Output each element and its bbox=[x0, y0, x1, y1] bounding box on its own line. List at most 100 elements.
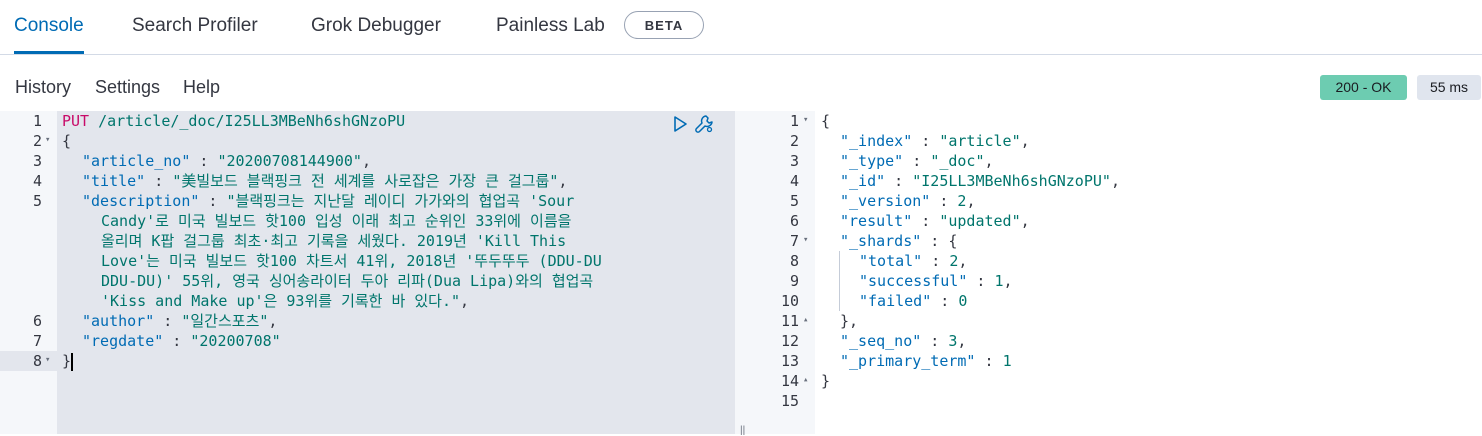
code-line: "description" : "블랙핑크는 지난달 레이디 가가와의 협업곡 … bbox=[82, 191, 574, 211]
json-value: "20200708" bbox=[190, 332, 281, 350]
json-value: 1 bbox=[1002, 352, 1012, 370]
code-line: }, bbox=[840, 311, 858, 331]
json-value: "20200708144900" bbox=[217, 152, 362, 170]
punctuation: { bbox=[62, 132, 72, 150]
json-key: "_type" bbox=[840, 152, 904, 170]
fold-toggle-icon[interactable]: ▴ bbox=[803, 375, 808, 385]
json-key: "total" bbox=[859, 252, 923, 270]
line-number: 2 bbox=[789, 132, 799, 150]
separator: : bbox=[931, 292, 959, 310]
json-value: "블랙핑크는 지난달 레이디 가가와의 협업곡 'Sour bbox=[226, 192, 575, 210]
json-value: DDU-DU)' 55위, 영국 싱어송라이터 두아 리파(Dua Lipa)와… bbox=[101, 272, 594, 290]
line-number: 13 bbox=[780, 352, 799, 370]
fold-toggle-icon[interactable]: ▾ bbox=[45, 135, 50, 145]
punctuation: , bbox=[1020, 132, 1030, 150]
separator: : bbox=[921, 232, 949, 250]
editor-splitter[interactable] bbox=[735, 111, 753, 434]
json-value: 1 bbox=[994, 272, 1004, 290]
separator: : bbox=[921, 332, 949, 350]
tab-bar: Console Search Profiler Grok Debugger Pa… bbox=[0, 0, 1482, 55]
json-key: "_seq_no" bbox=[840, 332, 922, 350]
code-line: { bbox=[821, 111, 830, 131]
menu-help[interactable]: Help bbox=[183, 77, 220, 98]
resize-grip-icon[interactable]: || bbox=[740, 425, 745, 436]
punctuation: { bbox=[821, 112, 831, 130]
line-number: 4 bbox=[789, 172, 799, 190]
json-value: "_doc" bbox=[930, 152, 985, 170]
line-number: 6 bbox=[32, 312, 42, 330]
line-number bbox=[0, 211, 42, 231]
separator: : bbox=[912, 132, 940, 150]
code-line: PUT /article/_doc/I25LL3MBeNh6shGNzoPU bbox=[62, 111, 405, 131]
code-line: } bbox=[821, 371, 830, 391]
request-editor[interactable]: 1 2 3 4 5 6 7 8 PUT /article/_doc/I25LL3MBeNh6sh… bbox=[0, 111, 735, 434]
request-time-badge: 55 ms bbox=[1417, 75, 1481, 100]
code-line: "total" : 2, bbox=[859, 251, 967, 271]
punctuation: , bbox=[1020, 212, 1030, 230]
line-number: 7 bbox=[32, 332, 42, 350]
tab-search-profiler[interactable]: Search Profiler bbox=[132, 0, 258, 51]
punctuation: }, bbox=[840, 312, 859, 330]
beta-badge: BETA bbox=[624, 11, 704, 39]
punctuation: } bbox=[62, 352, 72, 370]
play-icon[interactable] bbox=[670, 114, 690, 134]
code-line: } bbox=[62, 351, 74, 371]
line-number: 3 bbox=[32, 152, 42, 170]
line-number: 4 bbox=[32, 172, 42, 190]
wrench-icon[interactable] bbox=[694, 114, 714, 134]
line-number: 1 bbox=[789, 112, 799, 130]
json-key: "_shards" bbox=[840, 232, 922, 250]
fold-toggle-icon[interactable]: ▾ bbox=[45, 355, 50, 365]
json-value: 0 bbox=[958, 292, 968, 310]
line-number bbox=[0, 291, 42, 311]
menu-history[interactable]: History bbox=[15, 77, 71, 98]
code-line: Love'는 미국 빌보드 핫100 차트서 41위, 2018년 '뚜두뚜두 … bbox=[101, 251, 602, 271]
punctuation: { bbox=[948, 232, 958, 250]
line-number: 11 bbox=[780, 312, 799, 330]
tab-painless-lab[interactable]: Painless Lab bbox=[496, 0, 605, 51]
json-key: "article_no" bbox=[82, 152, 191, 170]
line-number: 3 bbox=[789, 152, 799, 170]
punctuation: , bbox=[460, 292, 470, 310]
json-key: "failed" bbox=[859, 292, 932, 310]
line-number: 14 bbox=[780, 372, 799, 390]
line-number: 9 bbox=[789, 272, 799, 290]
code-line: "result" : "updated", bbox=[840, 211, 1030, 231]
line-number bbox=[0, 271, 42, 291]
code-line: "title" : "美빌보드 블랙핑크 전 세계를 사로잡은 가장 큰 걸그룹… bbox=[82, 171, 567, 191]
response-editor[interactable]: 1 2 3 4 5 6 7 8 9 10 11 12 13 14 15{"_index" : "articl… bbox=[753, 111, 1482, 434]
code-line: "_seq_no" : 3, bbox=[840, 331, 966, 351]
fold-toggle-icon[interactable]: ▾ bbox=[803, 235, 808, 245]
line-number: 12 bbox=[780, 332, 799, 350]
code-line: 'Kiss and Make up'은 93위를 기록한 바 있다.", bbox=[101, 291, 469, 311]
code-line: "author" : "일간스포츠", bbox=[82, 311, 277, 331]
code-line: "_id" : "I25LL3MBeNh6shGNzoPU", bbox=[840, 171, 1120, 191]
menu-settings[interactable]: Settings bbox=[95, 77, 160, 98]
code-line: { bbox=[62, 131, 71, 151]
punctuation: , bbox=[966, 192, 976, 210]
separator: : bbox=[885, 172, 913, 190]
punctuation: , bbox=[268, 312, 278, 330]
fold-toggle-icon[interactable]: ▾ bbox=[803, 115, 808, 125]
code-line: DDU-DU)' 55위, 영국 싱어송라이터 두아 리파(Dua Lipa)와… bbox=[101, 271, 593, 291]
tab-grok-debugger[interactable]: Grok Debugger bbox=[311, 0, 441, 51]
code-line: "_shards" : { bbox=[840, 231, 957, 251]
separator: : bbox=[163, 332, 191, 350]
json-key: "result" bbox=[840, 212, 913, 230]
active-line-highlight bbox=[0, 351, 735, 371]
json-key: "author" bbox=[82, 312, 155, 330]
line-number: 2 bbox=[32, 132, 42, 150]
line-number: 10 bbox=[780, 292, 799, 310]
fold-toggle-icon[interactable]: ▴ bbox=[803, 315, 808, 325]
punctuation: , bbox=[1110, 172, 1120, 190]
separator: : bbox=[145, 172, 173, 190]
json-value: 'Kiss and Make up'은 93위를 기록한 바 있다." bbox=[101, 292, 461, 310]
tab-console[interactable]: Console bbox=[14, 0, 84, 54]
punctuation: , bbox=[957, 332, 967, 350]
separator: : bbox=[190, 152, 218, 170]
line-number bbox=[0, 251, 42, 271]
punctuation: , bbox=[558, 172, 568, 190]
line-number: 15 bbox=[780, 392, 799, 410]
json-value: Candy'로 미국 빌보드 핫100 입성 이래 최고 순위인 33위에 이름… bbox=[101, 212, 572, 230]
json-value: Love'는 미국 빌보드 핫100 차트서 41위, 2018년 '뚜두뚜두 … bbox=[101, 252, 602, 270]
